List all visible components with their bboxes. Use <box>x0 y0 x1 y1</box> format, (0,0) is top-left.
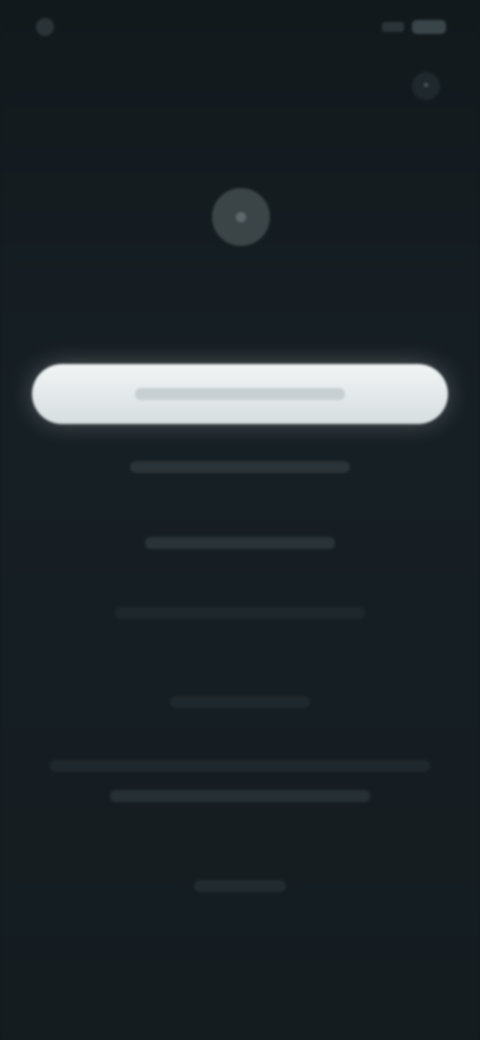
logo-icon: ● <box>233 203 249 230</box>
footer-link-label <box>194 880 286 892</box>
legal-text <box>44 760 436 820</box>
secondary-link-1[interactable] <box>0 460 480 476</box>
status-right <box>382 20 446 34</box>
more-icon: • <box>423 77 429 94</box>
legal-line-1 <box>50 760 430 772</box>
secondary-link-3-label <box>115 607 365 619</box>
legal-line-2 <box>110 790 370 802</box>
app-screen: • ● <box>0 0 480 1040</box>
secondary-link-1-label <box>130 461 350 473</box>
battery-icon <box>412 20 446 34</box>
footer-link[interactable] <box>0 880 480 895</box>
header-action-button[interactable]: • <box>412 72 440 100</box>
secondary-link-3[interactable] <box>0 606 480 622</box>
status-left <box>36 18 64 36</box>
section-label-text <box>170 696 310 708</box>
secondary-link-2-label <box>145 537 335 549</box>
section-label <box>0 696 480 711</box>
logo: ● <box>212 188 270 246</box>
primary-button[interactable] <box>32 364 448 424</box>
header: • <box>0 62 480 112</box>
signal-icon <box>382 22 404 32</box>
status-bar <box>0 0 480 56</box>
primary-button-label <box>135 388 345 400</box>
secondary-link-2[interactable] <box>0 536 480 552</box>
app-indicator-icon <box>36 18 54 36</box>
